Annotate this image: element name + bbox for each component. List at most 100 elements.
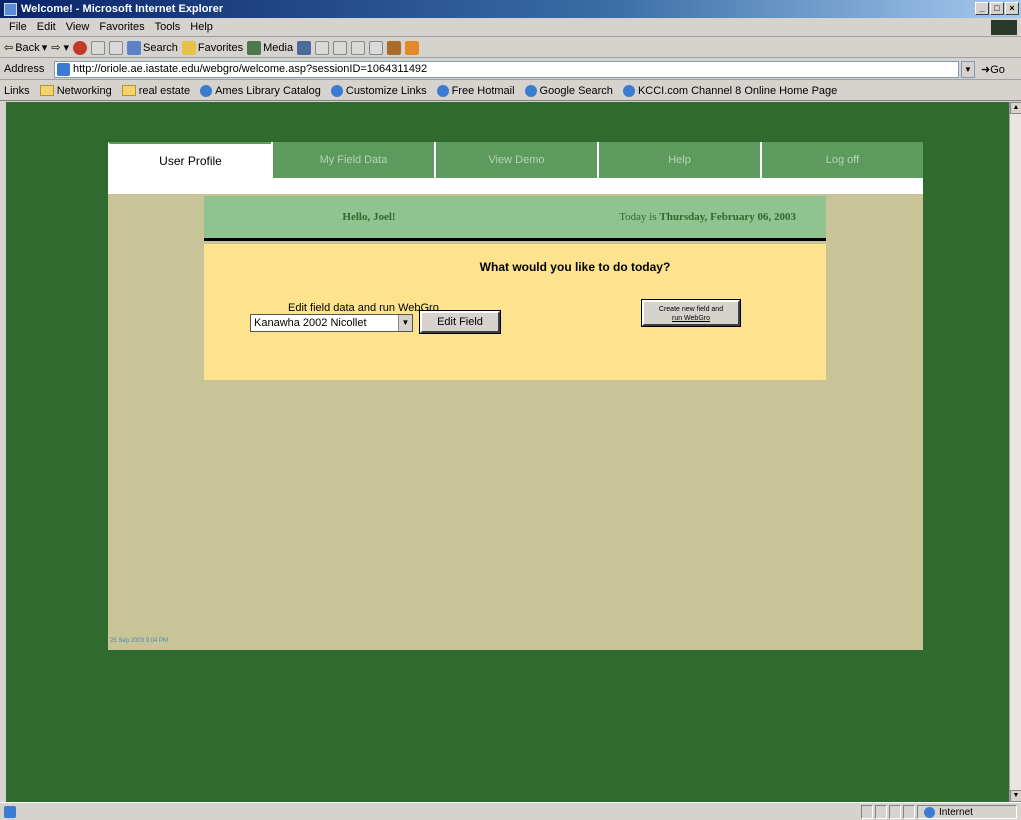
menu-tools[interactable]: Tools (150, 21, 186, 33)
field-select[interactable]: Kanawha 2002 Nicollet ▼ (250, 314, 413, 332)
create-field-button[interactable]: Create new field and run WebGro (641, 299, 741, 327)
scroll-up-icon[interactable]: ▲ (1010, 102, 1021, 114)
print-icon[interactable] (333, 40, 348, 55)
tab-label: My Field Data (319, 154, 388, 166)
ie-icon (436, 84, 449, 97)
refresh-icon[interactable] (91, 40, 106, 55)
question-heading: What would you like to do today? (479, 260, 671, 274)
scroll-down-icon[interactable]: ▼ (1010, 790, 1021, 802)
window-controls: _ □ × (975, 2, 1019, 15)
zone-label: Internet (939, 806, 973, 818)
create-button-line2: run WebGro (672, 315, 710, 322)
page-status-icon (4, 805, 16, 818)
link-label: KCCI.com Channel 8 Online Home Page (637, 84, 838, 97)
research-icon[interactable] (405, 40, 420, 55)
tab-label: Help (668, 154, 691, 166)
nav-tabs: User Profile My Field Data View Demo Hel… (108, 142, 923, 178)
go-label: Go (990, 63, 1005, 76)
maximize-button[interactable]: □ (990, 2, 1004, 15)
edit-icon[interactable] (351, 40, 366, 55)
chevron-down-icon: ▼ (398, 315, 412, 331)
ie-icon (524, 84, 537, 97)
status-cell (861, 805, 873, 819)
favorites-button[interactable]: Favorites (181, 40, 244, 55)
menu-edit[interactable]: Edit (32, 21, 61, 33)
globe-icon (924, 806, 935, 818)
back-arrow-icon: ⇦ (4, 42, 14, 54)
go-button[interactable]: ➜Go (981, 63, 1005, 76)
ie-icon (200, 84, 213, 97)
ie-icon (4, 2, 17, 16)
status-bar: Internet (0, 802, 1021, 820)
page-content: User Profile My Field Data View Demo Hel… (6, 102, 1009, 802)
link-customize-links[interactable]: Customize Links (330, 84, 427, 97)
links-bar: Links Networking real estate Ames Librar… (0, 81, 1021, 101)
history-icon[interactable] (297, 40, 312, 55)
folder-icon (39, 85, 54, 96)
greeting-bar: Hello, Joel! Today is Thursday, February… (204, 196, 826, 241)
mail-icon[interactable] (315, 40, 330, 55)
greeting-text: Hello, Joel! (342, 211, 396, 223)
link-kcci[interactable]: KCCI.com Channel 8 Online Home Page (622, 84, 838, 97)
create-button-line1: Create new field and (658, 306, 724, 313)
address-label: Address (4, 63, 45, 75)
menu-help[interactable]: Help (185, 21, 218, 33)
tab-help[interactable]: Help (597, 142, 760, 178)
back-button[interactable]: ⇦ Back ▾ (4, 41, 48, 55)
chevron-down-icon: ▾ (41, 42, 48, 54)
back-label: Back (15, 41, 40, 54)
search-button[interactable]: Search (127, 40, 178, 55)
address-bar: Address http://oriole.ae.iastate.edu/web… (0, 59, 1021, 80)
window-title: Welcome! - Microsoft Internet Explorer (21, 3, 224, 15)
tab-label: User Profile (159, 154, 222, 168)
link-ames-library-catalog[interactable]: Ames Library Catalog (200, 84, 321, 97)
tab-label: Log off (825, 154, 860, 166)
date-prefix: Today is (619, 211, 657, 223)
links-label: Links (4, 84, 30, 97)
link-free-hotmail[interactable]: Free Hotmail (436, 84, 515, 97)
media-label: Media (263, 41, 294, 54)
link-label: Free Hotmail (451, 84, 515, 97)
menu-view[interactable]: View (61, 21, 95, 33)
tab-user-profile[interactable]: User Profile (108, 142, 271, 178)
page-timestamp: 25 Sep 2003 9:04 PM (110, 638, 169, 644)
link-networking[interactable]: Networking (39, 84, 112, 97)
ie-icon (330, 84, 343, 97)
go-arrow-icon: ➜ (981, 63, 991, 76)
address-input[interactable]: http://oriole.ae.iastate.edu/webgro/welc… (54, 60, 959, 78)
window-title-bar[interactable]: Welcome! - Microsoft Internet Explorer _… (0, 0, 1021, 18)
address-url: http://oriole.ae.iastate.edu/webgro/welc… (73, 63, 428, 75)
vertical-scrollbar[interactable]: ▲ ▼ (1009, 102, 1021, 802)
address-dropdown-button[interactable]: ▼ (961, 60, 975, 78)
link-label: Networking (56, 84, 112, 97)
tab-log-off[interactable]: Log off (760, 142, 923, 178)
discuss-icon[interactable] (369, 40, 384, 55)
stop-icon[interactable] (73, 40, 88, 55)
link-google-search[interactable]: Google Search (524, 84, 613, 97)
field-select-value: Kanawha 2002 Nicollet (254, 317, 367, 329)
page-icon (57, 62, 70, 76)
messenger-icon[interactable] (387, 40, 402, 55)
status-cell (875, 805, 887, 819)
forward-button[interactable]: ⇨ ▾ (51, 41, 69, 54)
tab-view-demo[interactable]: View Demo (434, 142, 597, 178)
home-icon[interactable] (109, 40, 124, 55)
status-cell (889, 805, 901, 819)
minimize-button[interactable]: _ (975, 2, 989, 15)
close-button[interactable]: × (1005, 2, 1019, 15)
favorites-label: Favorites (197, 41, 244, 54)
media-button[interactable]: Media (247, 40, 294, 55)
action-box: What would you like to do today? Edit fi… (204, 244, 826, 380)
date-text: Today is Thursday, February 06, 2003 (534, 211, 826, 223)
forward-arrow-icon: ⇨ ▾ (51, 42, 70, 54)
windows-logo-icon (991, 20, 1017, 35)
tab-label: View Demo (488, 154, 545, 166)
menu-favorites[interactable]: Favorites (94, 21, 149, 33)
tab-my-field-data[interactable]: My Field Data (271, 142, 434, 178)
tab-underline (108, 178, 923, 194)
menu-file[interactable]: File (4, 21, 32, 33)
edit-field-button[interactable]: Edit Field (419, 310, 501, 334)
menu-bar: File Edit View Favorites Tools Help (0, 18, 1021, 37)
link-real-estate[interactable]: real estate (121, 85, 190, 97)
media-icon (247, 40, 262, 55)
